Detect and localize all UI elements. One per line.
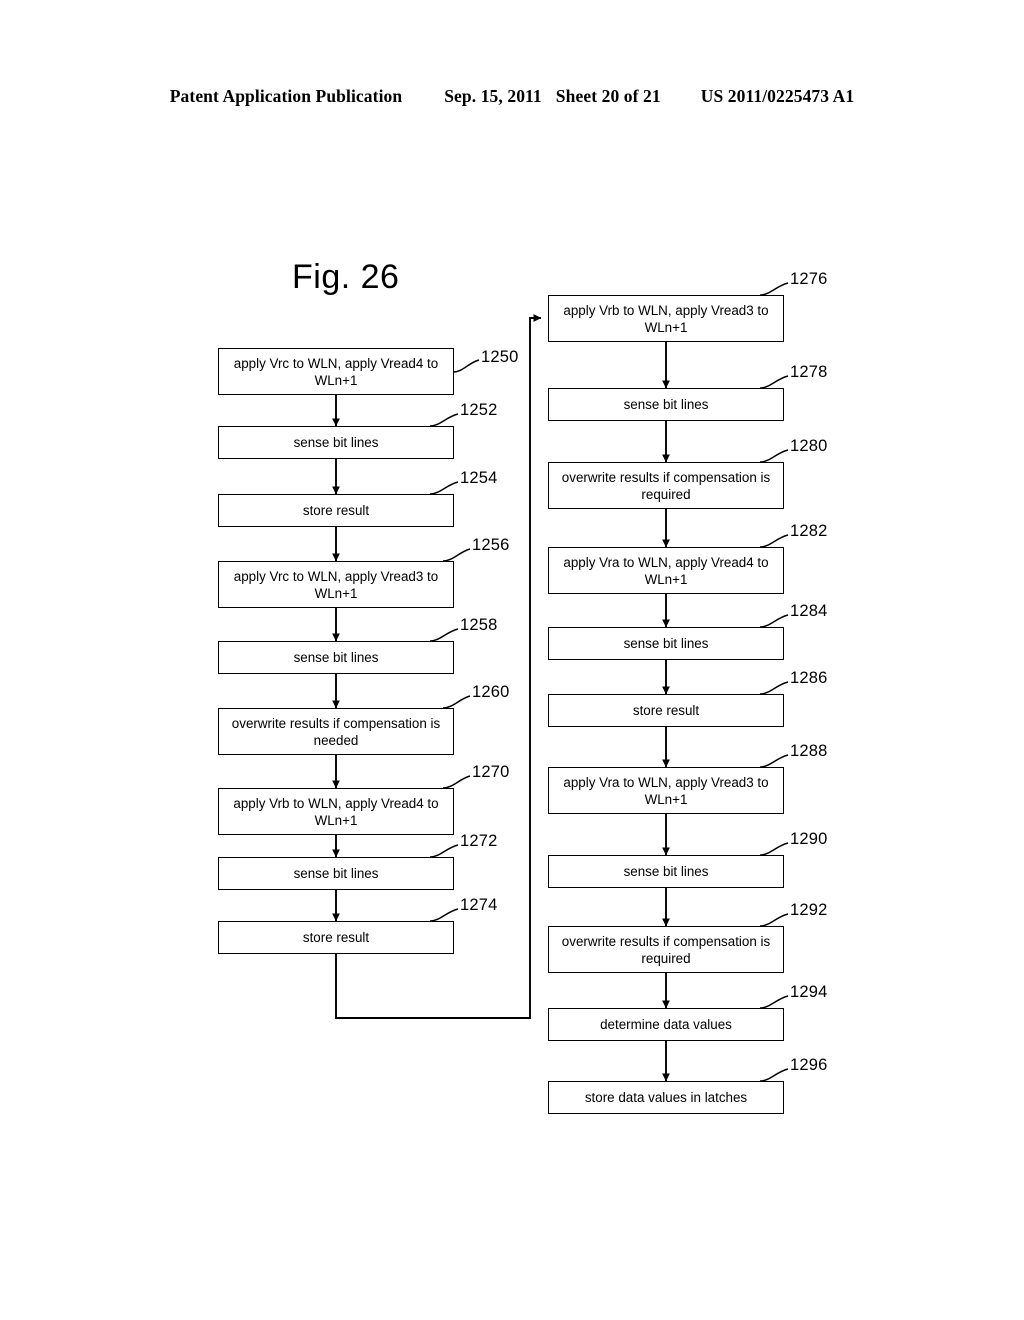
flow-box-1260[interactable]: overwrite results if compensation is nee…	[218, 708, 454, 755]
flow-box-1280-text: overwrite results if compensation is req…	[561, 469, 771, 502]
flow-box-1282-text: apply Vra to WLN, apply Vread4 to WLn+1	[563, 554, 769, 587]
flow-box-1286-text: store result	[632, 703, 700, 718]
flow-box-1276-text: apply Vrb to WLN, apply Vread3 to WLn+1	[563, 302, 769, 335]
ref-label-1272: 1272	[460, 832, 498, 850]
flow-box-1274-text: store result	[302, 930, 370, 945]
flow-box-1292[interactable]: overwrite results if compensation is req…	[548, 926, 784, 973]
flow-box-1276[interactable]: apply Vrb to WLN, apply Vread3 to WLn+1	[548, 295, 784, 342]
flow-box-1278-text: sense bit lines	[623, 397, 709, 412]
ref-label-1296: 1296	[790, 1056, 828, 1074]
ref-label-1252: 1252	[460, 401, 498, 419]
ref-label-1280: 1280	[790, 437, 828, 455]
flow-box-1274[interactable]: store result	[218, 921, 454, 954]
flow-box-1272[interactable]: sense bit lines	[218, 857, 454, 890]
flow-box-1258[interactable]: sense bit lines	[218, 641, 454, 674]
flow-box-1256[interactable]: apply Vrc to WLN, apply Vread3 to WLn+1	[218, 561, 454, 608]
flowchart-diagram: apply Vrc to WLN, apply Vread4 to WLn+1 …	[0, 0, 1024, 1320]
ref-label-1256: 1256	[472, 536, 510, 554]
flow-box-1282[interactable]: apply Vra to WLN, apply Vread4 to WLn+1	[548, 547, 784, 594]
flow-box-1290-text: sense bit lines	[623, 864, 709, 879]
ref-label-1282: 1282	[790, 522, 828, 540]
flow-box-1252-text: sense bit lines	[293, 435, 379, 450]
flow-box-1256-text: apply Vrc to WLN, apply Vread3 to WLn+1	[233, 568, 439, 601]
ref-label-1294: 1294	[790, 983, 828, 1001]
flow-box-1284-text: sense bit lines	[623, 636, 709, 651]
flow-box-1290[interactable]: sense bit lines	[548, 855, 784, 888]
ref-label-1258: 1258	[460, 616, 498, 634]
ref-label-1254: 1254	[460, 469, 498, 487]
flow-box-1252[interactable]: sense bit lines	[218, 426, 454, 459]
ref-label-1284: 1284	[790, 602, 828, 620]
flow-box-1254-text: store result	[302, 503, 370, 518]
ref-label-1278: 1278	[790, 363, 828, 381]
flow-box-1260-text: overwrite results if compensation is nee…	[231, 715, 441, 748]
flow-box-1272-text: sense bit lines	[293, 866, 379, 881]
flow-box-1250-text: apply Vrc to WLN, apply Vread4 to WLn+1	[233, 355, 439, 388]
ref-label-1260: 1260	[472, 683, 510, 701]
flow-box-1280[interactable]: overwrite results if compensation is req…	[548, 462, 784, 509]
flow-box-1296-text: store data values in latches	[584, 1090, 748, 1105]
ref-label-1270: 1270	[472, 763, 510, 781]
flow-box-1258-text: sense bit lines	[293, 650, 379, 665]
ref-label-1286: 1286	[790, 669, 828, 687]
flow-box-1288-text: apply Vra to WLN, apply Vread3 to WLn+1	[563, 774, 769, 807]
flow-box-1294[interactable]: determine data values	[548, 1008, 784, 1041]
flow-box-1270[interactable]: apply Vrb to WLN, apply Vread4 to WLn+1	[218, 788, 454, 835]
ref-label-1290: 1290	[790, 830, 828, 848]
flow-box-1270-text: apply Vrb to WLN, apply Vread4 to WLn+1	[233, 795, 439, 828]
flow-box-1292-text: overwrite results if compensation is req…	[561, 933, 771, 966]
flow-box-1288[interactable]: apply Vra to WLN, apply Vread3 to WLn+1	[548, 767, 784, 814]
flow-box-1278[interactable]: sense bit lines	[548, 388, 784, 421]
ref-label-1292: 1292	[790, 901, 828, 919]
flow-box-1294-text: determine data values	[600, 1017, 732, 1032]
ref-label-1274: 1274	[460, 896, 498, 914]
flow-box-1284[interactable]: sense bit lines	[548, 627, 784, 660]
ref-label-1276: 1276	[790, 270, 828, 288]
flowchart-connector-layer	[332, 282, 789, 1082]
ref-label-1250: 1250	[481, 348, 519, 366]
ref-label-1288: 1288	[790, 742, 828, 760]
flow-box-1286[interactable]: store result	[548, 694, 784, 727]
flow-box-1254[interactable]: store result	[218, 494, 454, 527]
flow-box-1296[interactable]: store data values in latches	[548, 1081, 784, 1114]
flow-box-1250[interactable]: apply Vrc to WLN, apply Vread4 to WLn+1	[218, 348, 454, 395]
